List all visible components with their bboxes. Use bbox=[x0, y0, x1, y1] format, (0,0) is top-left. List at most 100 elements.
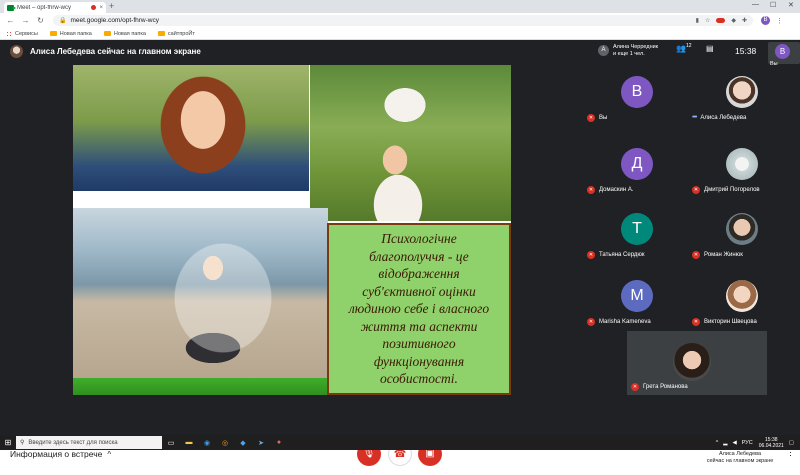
participant-photo bbox=[726, 213, 758, 245]
edge-icon[interactable]: ◉ bbox=[198, 439, 216, 447]
meditating-woman-image bbox=[73, 208, 328, 378]
network-icon[interactable]: ▂ bbox=[723, 440, 727, 446]
mic-off-icon: ✕ bbox=[692, 251, 700, 259]
mic-off-icon: ✕ bbox=[587, 318, 595, 326]
record-extension-icon[interactable] bbox=[716, 18, 726, 23]
attendee-avatar: А bbox=[598, 45, 609, 56]
extension-icon[interactable]: ◆ bbox=[731, 17, 736, 24]
meeting-info-label: Информация о встрече bbox=[10, 449, 103, 459]
omnibox[interactable]: 🔒 meet.google.com/opt-fhrw-wcy ▮ ☆ ◆ ✚ bbox=[53, 15, 753, 26]
mic-off-icon: ✕ bbox=[587, 114, 595, 122]
people-button[interactable]: 👥 12 bbox=[676, 42, 692, 54]
new-tab-button[interactable]: + bbox=[109, 1, 114, 11]
tab-close-button[interactable]: × bbox=[99, 5, 103, 11]
self-view-tile[interactable]: В Вы bbox=[768, 42, 800, 67]
app-icon[interactable]: ◆ bbox=[234, 439, 252, 447]
close-window-button[interactable]: ✕ bbox=[788, 1, 794, 9]
relaxed-woman-image bbox=[73, 65, 309, 191]
meeting-info-button[interactable]: Информация о встрече ^ bbox=[10, 449, 111, 459]
recording-indicator-icon bbox=[91, 5, 97, 10]
folder-icon bbox=[49, 31, 57, 36]
search-icon: ⚲ bbox=[20, 440, 25, 446]
system-tray: ^ ▂ ◀ РУС 15:38 06.04.2021 ▢ bbox=[711, 437, 794, 449]
participant-photo bbox=[726, 280, 758, 312]
participant-avatar: Д bbox=[621, 148, 653, 180]
app-icon[interactable]: ● bbox=[270, 439, 288, 446]
browser-tab[interactable]: Meet – opt-fhrw-wcy × bbox=[4, 2, 106, 13]
mic-off-icon: ✕ bbox=[631, 383, 639, 391]
windows-start-icon[interactable]: ⊞ bbox=[0, 438, 16, 447]
reload-button[interactable]: ↻ bbox=[36, 16, 45, 25]
attendee-name: Алина Черредник bbox=[613, 44, 659, 50]
participant-tile-featured[interactable]: ✕ Грета Романова bbox=[627, 331, 767, 395]
meeting-time: 15:38 bbox=[735, 46, 757, 56]
task-view-icon[interactable]: ▭ bbox=[162, 439, 180, 447]
clock-date: 06.04.2021 bbox=[758, 442, 784, 449]
meet-stage: Алиса Лебедева сейчас на главном экране … bbox=[0, 40, 800, 475]
participant-name: Marisha Kameneva bbox=[599, 319, 651, 325]
bookmark-folder[interactable]: Новая папка bbox=[49, 30, 92, 37]
file-explorer-icon[interactable]: ▬ bbox=[180, 439, 198, 446]
slide-text-box: Психологічне благополуччя - це відображе… bbox=[327, 223, 511, 395]
search-placeholder: Введите здесь текст для поиска bbox=[28, 439, 118, 446]
participant-tile[interactable]: ✕ Дмитрий Погорелов bbox=[689, 148, 793, 208]
notifications-icon[interactable]: ▢ bbox=[789, 440, 794, 446]
bookmark-folder[interactable]: Новая папка bbox=[103, 30, 146, 37]
participant-photo bbox=[726, 148, 758, 180]
taskbar-search-input[interactable]: ⚲ Введите здесь текст для поиска bbox=[16, 436, 162, 449]
tab-title: Meet – opt-fhrw-wcy bbox=[17, 4, 72, 11]
participant-tile[interactable]: ✕ Роман Жинюк bbox=[689, 213, 793, 273]
folder-icon bbox=[157, 31, 165, 36]
presenter-title: Алиса Лебедева сейчас на главном экране bbox=[30, 47, 201, 56]
forward-button[interactable]: → bbox=[21, 16, 30, 25]
people-count: 12 bbox=[685, 42, 692, 49]
shared-screen-slide: Психологічне благополуччя - це відображе… bbox=[73, 65, 511, 395]
participant-name: Татьяна Сердюк bbox=[599, 252, 645, 258]
profile-avatar[interactable]: В bbox=[761, 16, 770, 25]
participant-name: Дмитрий Погорелов bbox=[704, 187, 760, 193]
mic-off-icon: ✕ bbox=[587, 186, 595, 194]
telegram-icon[interactable]: ➤ bbox=[252, 439, 270, 447]
bookmark-label: Новая папка bbox=[113, 30, 146, 37]
chat-button[interactable]: ▤ bbox=[706, 44, 714, 53]
participant-tile[interactable]: Д ✕ Домаскин А. bbox=[584, 148, 688, 208]
maximize-button[interactable]: ☐ bbox=[770, 1, 776, 9]
url-text[interactable]: meet.google.com/opt-fhrw-wcy bbox=[70, 17, 689, 24]
participant-avatar: Т bbox=[621, 213, 653, 245]
mic-off-icon: ✕ bbox=[692, 186, 700, 194]
puzzle-icon[interactable]: ✚ bbox=[742, 17, 747, 24]
meet-favicon-icon bbox=[7, 4, 16, 11]
participant-avatar: М bbox=[621, 280, 653, 312]
self-label: Вы bbox=[770, 61, 778, 67]
attendee-summary[interactable]: А Алина Черредник и еще 1 чел. bbox=[598, 44, 658, 57]
language-indicator[interactable]: РУС bbox=[742, 440, 753, 446]
participant-photo bbox=[726, 76, 758, 108]
lock-icon: 🔒 bbox=[59, 18, 67, 24]
minimize-button[interactable]: — bbox=[752, 1, 759, 8]
system-clock[interactable]: 15:38 06.04.2021 bbox=[759, 437, 784, 449]
participant-name: Грета Романова bbox=[643, 384, 688, 390]
apps-grid-icon bbox=[6, 30, 12, 37]
bookmark-folder[interactable]: сайтпроЙт bbox=[157, 31, 195, 37]
windows-taskbar: ⊞ ⚲ Введите здесь текст для поиска ▭ ▬ ◉… bbox=[0, 435, 800, 450]
bookmark-label: Новая папка bbox=[59, 30, 92, 37]
self-avatar: В bbox=[775, 44, 790, 59]
chrome-icon[interactable]: ◎ bbox=[216, 439, 234, 447]
participant-tile[interactable]: Т ✕ Татьяна Сердюк bbox=[584, 213, 688, 273]
folder-icon bbox=[103, 31, 111, 36]
slide-green-strip bbox=[73, 378, 328, 395]
mic-off-icon: ✕ bbox=[692, 318, 700, 326]
mic-off-icon: ✕ bbox=[587, 251, 595, 259]
camera-icon[interactable]: ▮ bbox=[696, 17, 699, 24]
presenter-avatar bbox=[10, 45, 23, 58]
tray-arrow-icon[interactable]: ^ bbox=[716, 440, 719, 446]
bookmark-services[interactable]: Сервисы bbox=[6, 30, 38, 37]
participant-tile[interactable]: ••• Алиса Лебедева bbox=[689, 76, 793, 136]
participant-tile[interactable]: В ✕ Вы bbox=[584, 76, 688, 136]
browser-menu-icon[interactable]: ⋮ bbox=[776, 17, 783, 25]
star-icon[interactable]: ☆ bbox=[705, 17, 710, 24]
participant-name: Роман Жинюк bbox=[704, 252, 743, 258]
back-button[interactable]: ← bbox=[6, 16, 15, 25]
attendee-more: и еще 1 чел. bbox=[613, 50, 645, 57]
volume-icon[interactable]: ◀ bbox=[733, 440, 737, 446]
